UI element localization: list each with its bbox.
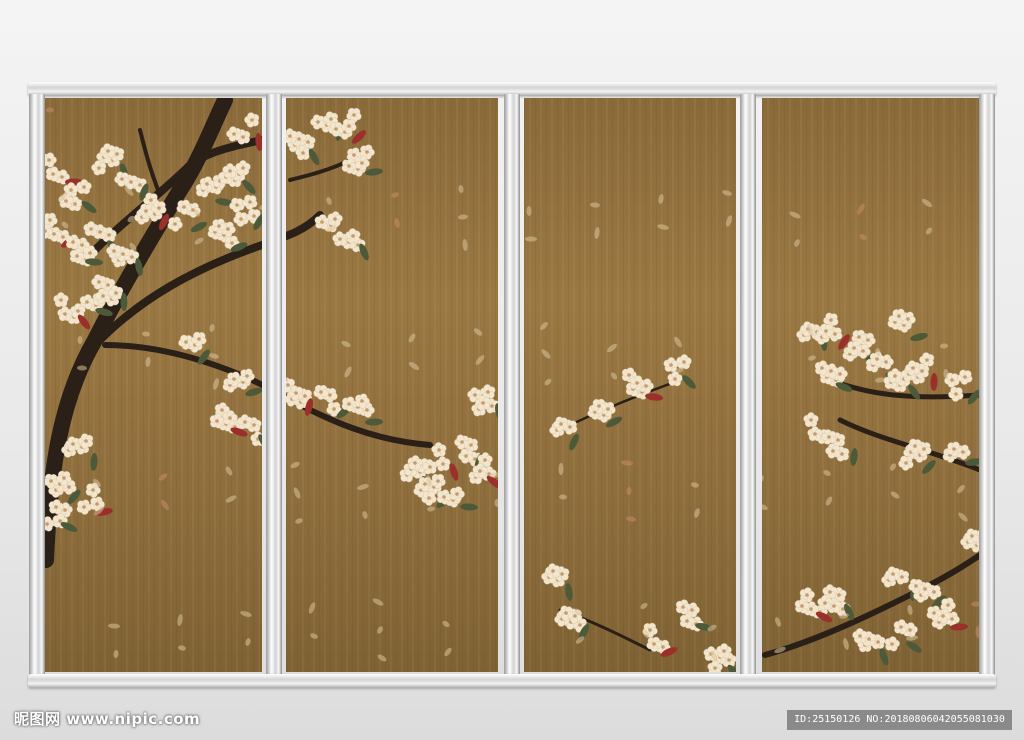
bottom-rail (28, 674, 996, 688)
site-watermark: 昵图网 www.nipic.com (14, 710, 201, 728)
panel-1 (44, 98, 262, 672)
image-id-watermark: ID:25150126 NO:20180806042055081030 (787, 710, 1012, 730)
panel-2 (286, 98, 498, 672)
frame-post-2 (266, 94, 282, 676)
panel-3 (524, 98, 736, 672)
frame-post-1 (29, 94, 45, 676)
screen-frame (0, 0, 1024, 740)
frame-post-4 (740, 94, 756, 676)
frame-post-3 (504, 94, 520, 676)
panel-4 (762, 98, 980, 672)
frame-post-5 (979, 94, 995, 676)
